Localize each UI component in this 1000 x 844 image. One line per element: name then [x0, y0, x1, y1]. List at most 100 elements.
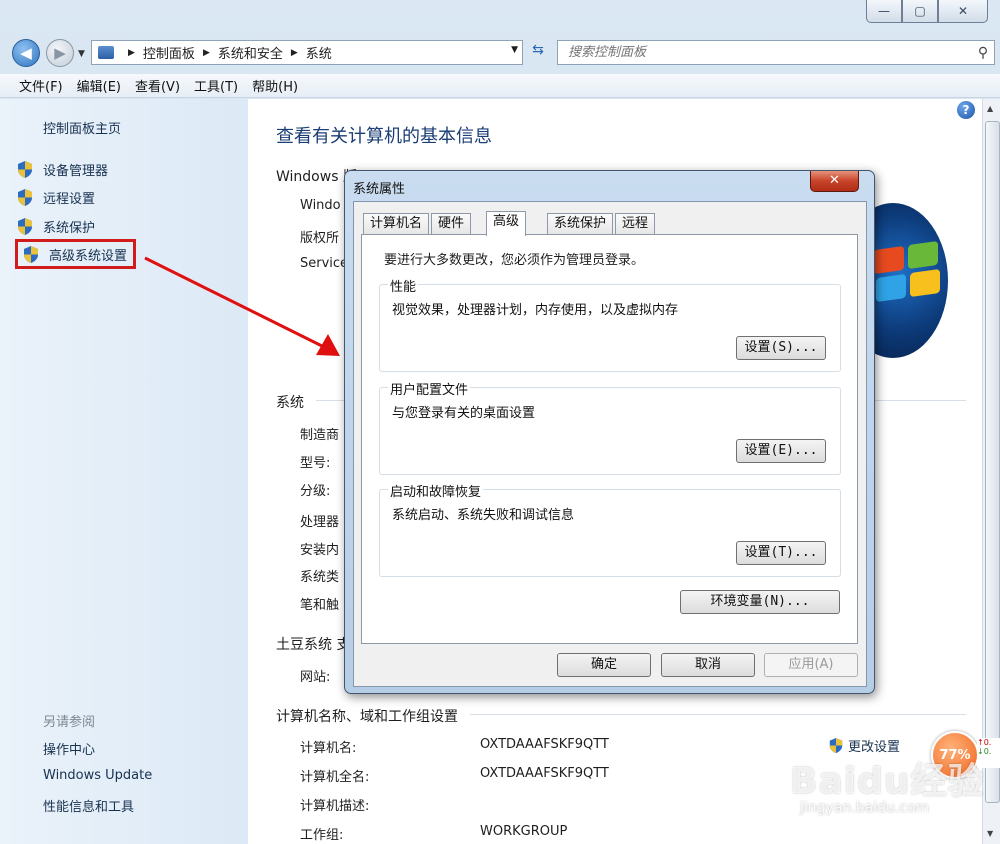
- vertical-scrollbar[interactable]: ▲ ▼: [982, 99, 1000, 844]
- tab-advanced[interactable]: 高级: [486, 211, 527, 236]
- page-title: 查看有关计算机的基本信息: [276, 126, 492, 147]
- sidebar-item-advanced-system-settings[interactable]: 高级系统设置: [14, 239, 137, 269]
- pen-touch-row: 笔和触: [300, 598, 340, 613]
- group-description: 视觉效果，处理器计划，内存使用，以及虚拟内存: [392, 303, 679, 318]
- search-icon[interactable]: ⚲: [972, 45, 994, 61]
- chevron-right-icon[interactable]: ▶: [128, 48, 135, 58]
- control-panel-icon: [98, 46, 114, 59]
- service-pack-row: Service: [300, 256, 349, 271]
- close-button[interactable]: ✕: [938, 0, 988, 23]
- uac-shield-icon: [18, 188, 32, 206]
- system-properties-dialog: 系统属性 ✕ 计算机名 硬件 高级 系统保护 远程 要进行大多数更改，您必须作为…: [344, 170, 875, 694]
- tab-remote[interactable]: 远程: [615, 213, 656, 234]
- advanced-tab-panel: 要进行大多数更改，您必须作为管理员登录。 性能 视觉效果，处理器计划，内存使用，…: [361, 234, 858, 644]
- group-title: 用户配置文件: [388, 379, 471, 398]
- performance-tools-link[interactable]: 性能信息和工具: [43, 796, 134, 815]
- logo-red-quadrant: [874, 245, 904, 275]
- address-bar[interactable]: ▶ 控制面板 ▶ 系统和安全 ▶ 系统 ▼: [91, 40, 523, 65]
- model-row: 型号:: [300, 456, 331, 471]
- chevron-right-icon[interactable]: ▶: [203, 48, 210, 58]
- cancel-button[interactable]: 取消: [661, 653, 755, 677]
- search-box[interactable]: ⚲: [557, 40, 995, 65]
- environment-variables-button[interactable]: 环境变量(N)...: [680, 590, 840, 614]
- scrollbar-thumb[interactable]: [985, 121, 1000, 803]
- breadcrumb-system[interactable]: 系统: [306, 43, 332, 62]
- dialog-close-button[interactable]: ✕: [810, 171, 859, 192]
- search-input[interactable]: [566, 44, 972, 61]
- see-also-heading: 另请参阅: [43, 715, 96, 730]
- sidebar-item-device-manager[interactable]: 设备管理器: [16, 157, 108, 181]
- scroll-up-icon[interactable]: ▲: [987, 104, 993, 113]
- sidebar-item-system-protection[interactable]: 系统保护: [16, 214, 95, 238]
- group-title: 启动和故障恢复: [388, 481, 484, 500]
- support-section-heading: 土豆系统 支: [276, 637, 351, 653]
- control-panel-home-link[interactable]: 控制面板主页: [43, 118, 121, 137]
- scroll-down-icon[interactable]: ▼: [987, 829, 993, 838]
- help-icon[interactable]: ?: [957, 101, 975, 119]
- full-computer-name-value: OXTDAAAFSKF9QTT: [480, 766, 609, 781]
- tab-system-protection[interactable]: 系统保护: [547, 213, 614, 234]
- startup-recovery-group: 启动和故障恢复 系统启动、系统失败和调试信息 设置(T)...: [379, 481, 841, 577]
- sidebar-item-remote-settings[interactable]: 远程设置: [16, 185, 95, 209]
- computer-name-label: 计算机名:: [300, 741, 357, 756]
- menu-file[interactable]: 文件(F): [12, 76, 70, 95]
- arrow-right-icon: ▶: [54, 44, 66, 62]
- admin-note: 要进行大多数更改，您必须作为管理员登录。: [384, 253, 645, 268]
- menu-tools[interactable]: 工具(T): [187, 76, 245, 95]
- performance-group: 性能 视觉效果，处理器计划，内存使用，以及虚拟内存 设置(S)...: [379, 276, 841, 372]
- breadcrumb-system-security[interactable]: 系统和安全: [218, 43, 283, 62]
- full-computer-name-label: 计算机全名:: [300, 770, 370, 785]
- sidebar-item-label: 系统保护: [43, 220, 96, 236]
- ok-button[interactable]: 确定: [557, 653, 651, 677]
- group-description: 与您登录有关的桌面设置: [392, 406, 536, 421]
- logo-green-quadrant: [908, 240, 938, 270]
- apply-button[interactable]: 应用(A): [764, 653, 858, 677]
- control-panel-window: — ▢ ✕ ◀ ▶ ▼ ▶ 控制面板 ▶ 系统和安全 ▶ 系统 ▼ ⇆ ⚲ 文件…: [0, 0, 1000, 844]
- action-center-link[interactable]: 操作中心: [43, 739, 95, 758]
- group-description: 系统启动、系统失败和调试信息: [392, 508, 575, 523]
- performance-settings-button[interactable]: 设置(S)...: [736, 336, 826, 360]
- copyright-row: 版权所: [300, 231, 340, 246]
- logo-blue-quadrant: [876, 273, 906, 303]
- group-title: 性能: [388, 276, 419, 295]
- upload-rate: ↑0.: [977, 738, 992, 747]
- computer-name-section-heading: 计算机名称、域和工作组设置: [276, 709, 458, 725]
- breadcrumb-control-panel[interactable]: 控制面板: [143, 43, 195, 62]
- workgroup-value: WORKGROUP: [480, 824, 568, 839]
- tab-hardware[interactable]: 硬件: [431, 213, 472, 234]
- menu-edit[interactable]: 编辑(E): [70, 76, 128, 95]
- chevron-down-icon[interactable]: ▼: [511, 45, 518, 55]
- forward-button[interactable]: ▶: [46, 39, 74, 67]
- user-profiles-group: 用户配置文件 与您登录有关的桌面设置 设置(E)...: [379, 379, 841, 475]
- maximize-button[interactable]: ▢: [902, 0, 938, 23]
- chevron-right-icon[interactable]: ▶: [291, 48, 298, 58]
- section-divider: [470, 714, 966, 715]
- menu-view[interactable]: 查看(V): [128, 76, 187, 95]
- arrow-left-icon: ◀: [20, 44, 32, 62]
- rating-row: 分级:: [300, 484, 331, 499]
- workgroup-label: 工作组:: [300, 828, 344, 843]
- caption-buttons: — ▢ ✕: [866, 0, 988, 23]
- uac-shield-icon: [18, 217, 32, 235]
- sidebar-item-label: 设备管理器: [43, 163, 109, 179]
- user-profiles-settings-button[interactable]: 设置(E)...: [736, 439, 826, 463]
- sidebar-item-label: 远程设置: [43, 191, 96, 207]
- recent-pages-dropdown-icon[interactable]: ▼: [78, 49, 85, 59]
- computer-description-label: 计算机描述:: [300, 799, 370, 814]
- computer-name-value: OXTDAAAFSKF9QTT: [480, 737, 609, 752]
- manufacturer-row: 制造商: [300, 428, 340, 443]
- logo-yellow-quadrant: [910, 268, 940, 298]
- system-type-row: 系统类: [300, 570, 340, 585]
- startup-recovery-settings-button[interactable]: 设置(T)...: [736, 541, 826, 565]
- back-button[interactable]: ◀: [12, 39, 40, 67]
- system-section-heading: 系统: [276, 395, 304, 411]
- minimize-button[interactable]: —: [866, 0, 902, 23]
- menu-help[interactable]: 帮助(H): [245, 76, 305, 95]
- edition-row: Windo: [300, 198, 341, 213]
- watermark: Baidu经验: [790, 761, 985, 802]
- dialog-body: 计算机名 硬件 高级 系统保护 远程 要进行大多数更改，您必须作为管理员登录。 …: [353, 201, 867, 687]
- tab-computer-name[interactable]: 计算机名: [363, 213, 430, 234]
- refresh-icon[interactable]: ⇆: [528, 42, 548, 62]
- task-pane: 控制面板主页 设备管理器 远程设置 系统保护 高级系统设置 另请参阅 操作中心 …: [0, 99, 248, 844]
- windows-update-link[interactable]: Windows Update: [43, 768, 152, 783]
